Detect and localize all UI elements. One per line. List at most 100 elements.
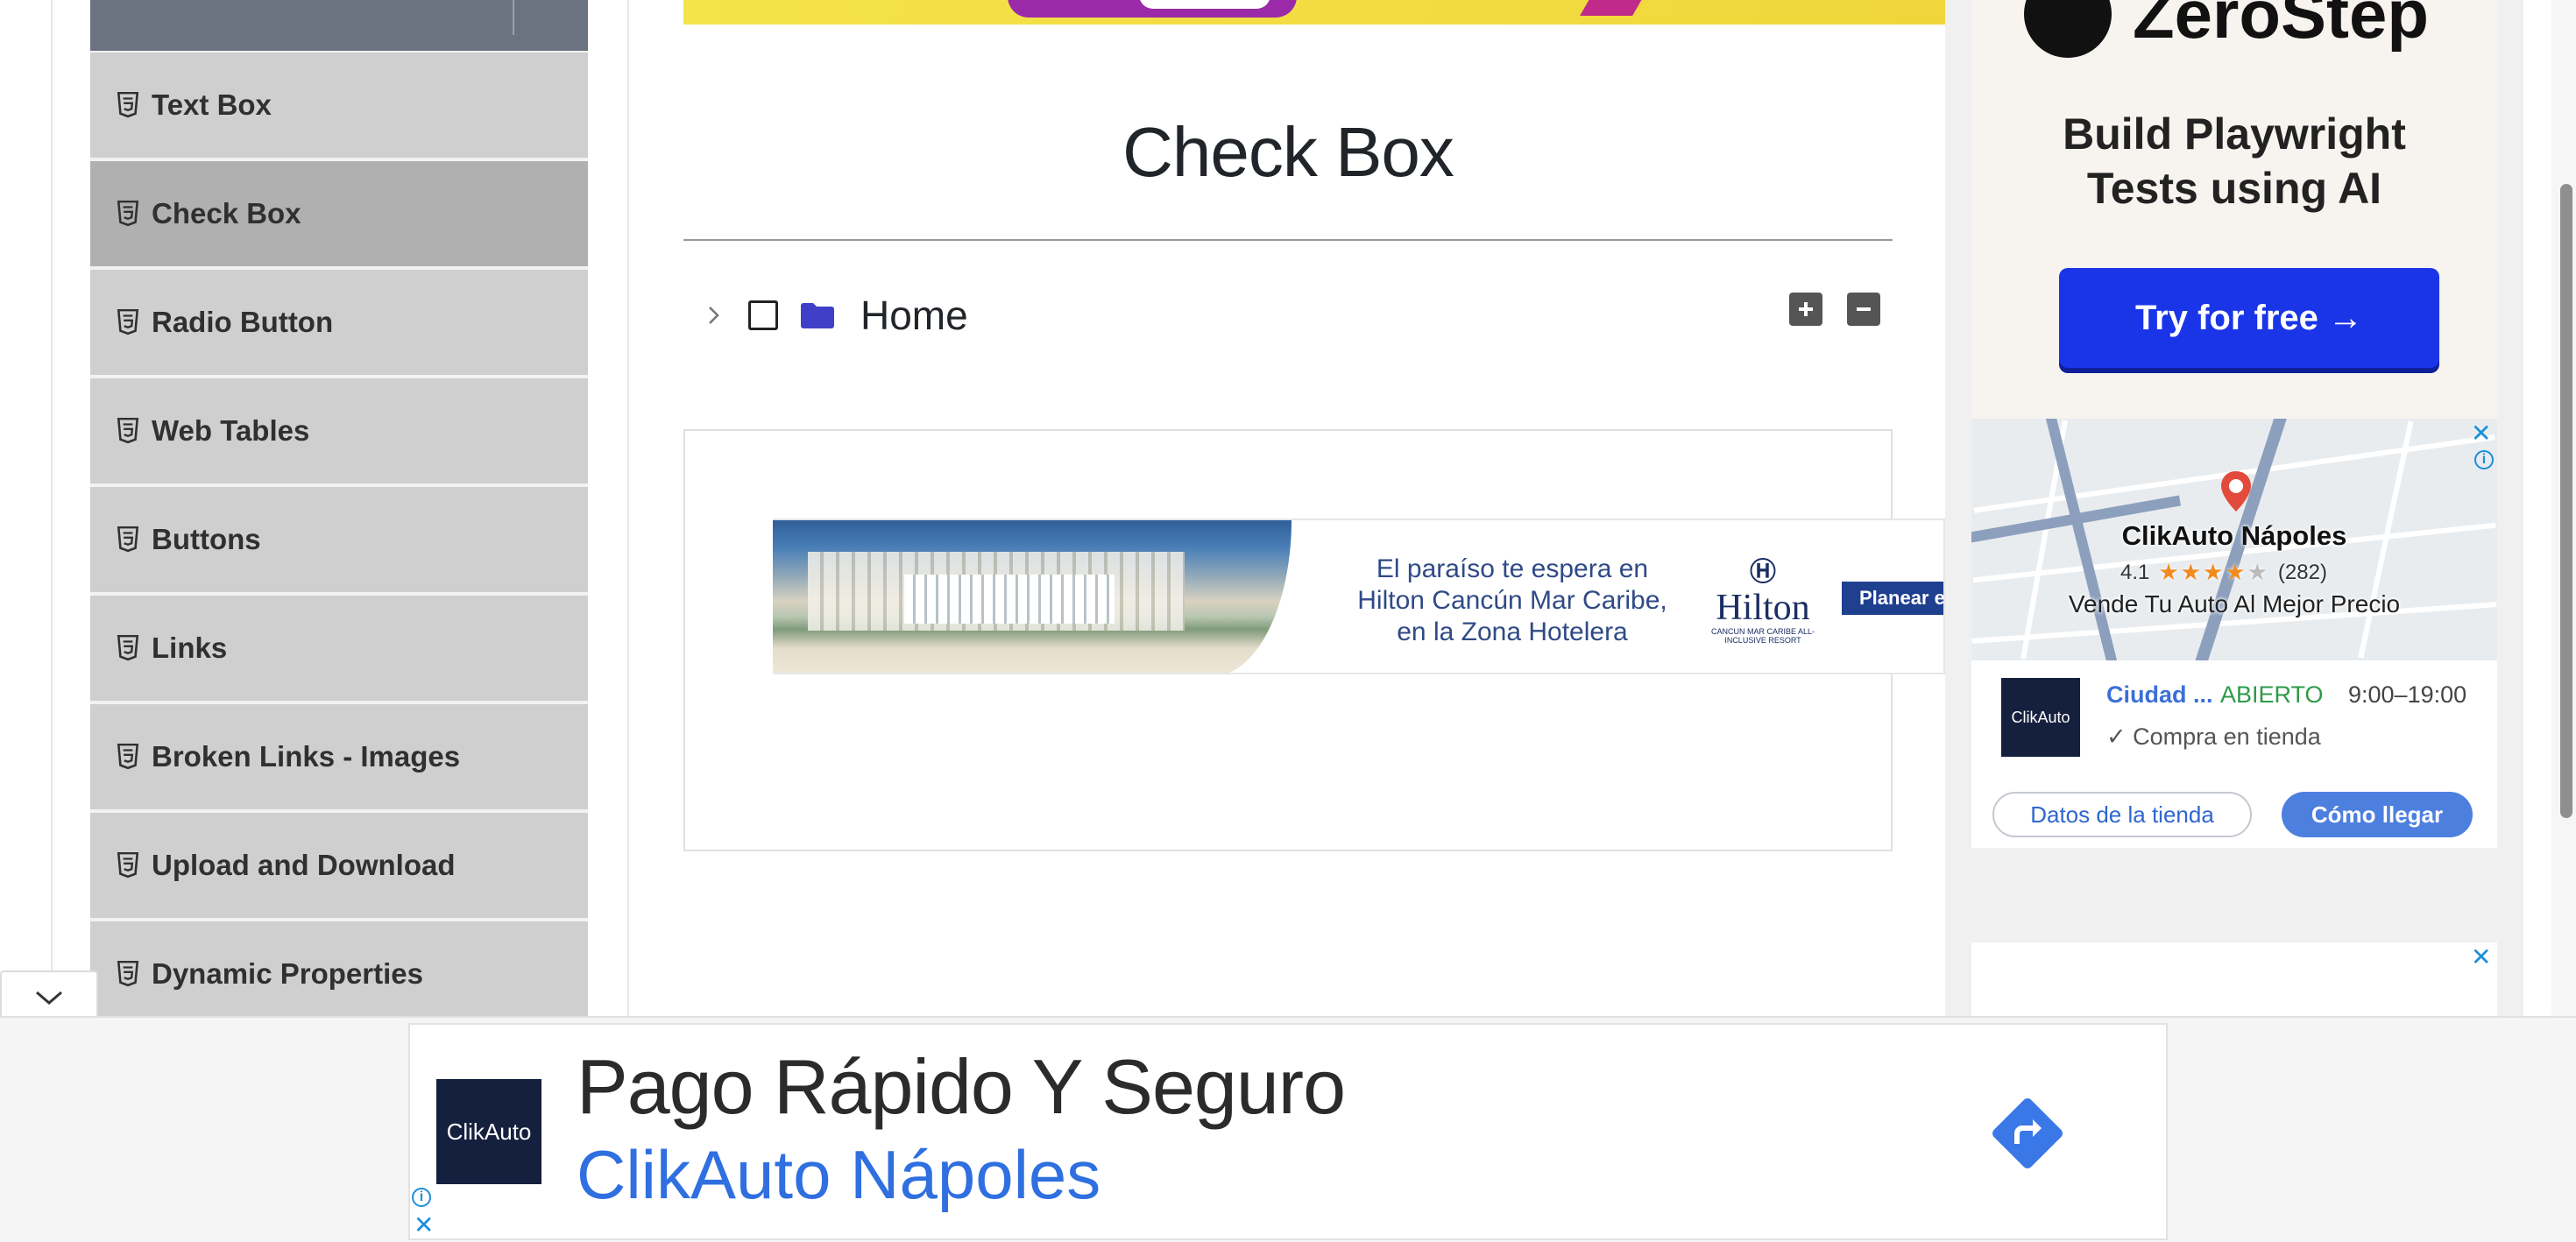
tree-checkbox[interactable]: [748, 300, 778, 330]
banner-pill-shape: [1008, 0, 1297, 18]
try-for-free-button[interactable]: Try for free →: [2059, 268, 2439, 368]
directions-button[interactable]: Cómo llegar: [2282, 792, 2473, 837]
ad-copy-line: Hilton Cancún Mar Caribe,: [1357, 586, 1667, 615]
tree-node-label[interactable]: Home: [860, 292, 968, 339]
pickup-text: Compra en tienda: [2133, 723, 2321, 750]
hilton-mark-icon: Ⓗ: [1750, 558, 1776, 587]
sidebar-item-check-box[interactable]: Check Box: [90, 159, 588, 268]
sidebar-item-buttons[interactable]: Buttons: [90, 485, 588, 594]
ad-copy-line: en la Zona Hotelera: [1397, 617, 1628, 646]
clikauto-logo: ClikAuto: [436, 1079, 541, 1184]
directions-icon[interactable]: [1985, 1091, 2070, 1175]
star-rating-icon: ★★★★★: [2158, 559, 2269, 585]
page-title: Check Box: [1122, 113, 1454, 191]
hilton-inline-ad[interactable]: El paraíso te espera en Hilton Cancún Ma…: [773, 519, 1945, 674]
map-pin-icon: [2221, 471, 2251, 512]
html5-icon: [117, 852, 139, 879]
zerostep-headline: Build Playwright Tests using AI: [1971, 107, 2497, 215]
sidebar-item-label: Broken Links - Images: [152, 740, 461, 773]
clikauto-logo: ClikAuto: [2001, 678, 2080, 757]
zerostep-logo-icon: [2024, 0, 2112, 58]
sidebar-item-broken-links-images[interactable]: Broken Links - Images: [90, 702, 588, 811]
sidebar-item-dynamic-properties[interactable]: Dynamic Properties: [90, 920, 588, 1028]
close-icon[interactable]: ✕: [2471, 419, 2491, 448]
sidebar-menu: Text Box Check Box Radio Button Web Tabl…: [90, 51, 588, 1028]
ad-headline: Pago Rápido Y Seguro: [577, 1043, 1346, 1130]
store-actions: Datos de la tienda Cómo llegar: [1992, 792, 2483, 837]
hilton-logo-text: Hilton: [1716, 588, 1810, 628]
check-icon: ✓: [2106, 723, 2134, 750]
zerostep-brand-text: ZeroStep: [2133, 0, 2430, 53]
store-city[interactable]: Ciudad ...: [2106, 681, 2213, 709]
chevron-down-icon: [36, 991, 62, 1005]
rating-value: 4.1: [2120, 560, 2150, 584]
rating-line: 4.1 ★★★★★ (282): [2120, 559, 2327, 586]
html5-icon: [117, 635, 139, 661]
bottom-sticky-ad[interactable]: ClikAuto Pago Rápido Y Seguro ClikAuto N…: [408, 1023, 2168, 1240]
sidebar-item-label: Dynamic Properties: [152, 957, 423, 990]
pickup-label: ✓ Compra en tienda: [2106, 723, 2321, 751]
html5-icon: [117, 961, 139, 987]
plus-icon: [1799, 302, 1813, 316]
left-gutter-rule: [51, 0, 53, 1016]
map-preview[interactable]: ClikAuto Nápoles 4.1 ★★★★★ (282) Vende T…: [1971, 419, 2497, 660]
elements-group-header[interactable]: [90, 0, 588, 51]
sidebar-collapse-toggle[interactable]: [0, 970, 98, 1023]
store-details-button[interactable]: Datos de la tienda: [1992, 792, 2252, 837]
html5-icon: [117, 526, 139, 553]
business-name: ClikAuto Nápoles: [2121, 520, 2347, 551]
business-tagline: Vende Tu Auto Al Mejor Precio: [2068, 590, 2401, 617]
ad-cta-button[interactable]: Planear e: [1842, 582, 1943, 615]
html5-icon: [117, 92, 139, 118]
expand-all-button[interactable]: [1789, 293, 1822, 326]
group-header-divider: [513, 0, 514, 35]
zerostep-brand: ZeroStep: [2024, 0, 2429, 58]
tree-node-home: Home: [701, 289, 968, 342]
sidebar-item-label: Check Box: [152, 197, 301, 229]
sidebar-item-web-tables[interactable]: Web Tables: [90, 377, 588, 485]
html5-icon: [117, 418, 139, 444]
minus-icon: [1857, 307, 1871, 311]
ad-advertiser[interactable]: ClikAuto Nápoles: [577, 1135, 1100, 1215]
hilton-logo: Ⓗ Hilton CANCUN MAR CARIBE ALL-INCLUSIVE…: [1702, 550, 1824, 645]
sidebar-item-links[interactable]: Links: [90, 594, 588, 702]
store-hours: 9:00–19:00: [2348, 681, 2467, 708]
ad-copy: El paraíso te espera en Hilton Cancún Ma…: [1320, 554, 1705, 648]
html5-icon: [117, 309, 139, 335]
store-info-row: ClikAuto Ciudad ... ABIERTO 9:00–19:00 ✓…: [2001, 678, 2492, 757]
sidebar-item-label: Radio Button: [152, 306, 334, 338]
secondary-ad-slot[interactable]: ✕: [1971, 942, 2497, 1016]
sidebar-item-label: Upload and Download: [152, 849, 456, 881]
sidebar-item-text-box[interactable]: Text Box: [90, 51, 588, 159]
open-status: ABIERTO: [2220, 681, 2324, 708]
sidebar-item-label: Web Tables: [152, 414, 310, 447]
sidebar-item-label: Text Box: [152, 88, 272, 121]
close-icon[interactable]: ✕: [2471, 942, 2491, 971]
headline-line: Tests using AI: [2086, 164, 2382, 213]
title-divider: [683, 239, 1893, 241]
html5-icon: [117, 744, 139, 770]
ad-copy-line: El paraíso te espera en: [1376, 554, 1649, 583]
folder-icon: [801, 303, 834, 328]
hilton-logo-subtitle: CANCUN MAR CARIBE ALL-INCLUSIVE RESORT: [1710, 627, 1815, 645]
scrollbar-thumb[interactable]: [2560, 184, 2572, 818]
review-count: (282): [2277, 560, 2327, 584]
chevron-right-icon[interactable]: [701, 302, 727, 328]
hotel-photo: [773, 520, 1292, 673]
sidebar-item-upload-and-download[interactable]: Upload and Download: [90, 811, 588, 920]
sidebar-item-label: Buttons: [152, 523, 261, 555]
sidebar-item-radio-button[interactable]: Radio Button: [90, 268, 588, 377]
banner-accent-shape: [1580, 0, 1645, 16]
info-icon[interactable]: i: [412, 1188, 431, 1207]
top-banner-ad[interactable]: [683, 0, 1945, 25]
collapse-all-button[interactable]: [1847, 293, 1880, 326]
right-ad-rail: ZeroStep Build Playwright Tests using AI…: [1945, 0, 2523, 1016]
sidebar-item-label: Links: [152, 632, 228, 664]
sidebar-right-border: [627, 0, 629, 1016]
clikauto-map-ad[interactable]: ClikAuto Nápoles 4.1 ★★★★★ (282) Vende T…: [1971, 419, 2497, 848]
close-icon[interactable]: ✕: [414, 1210, 434, 1239]
zerostep-ad[interactable]: ZeroStep Build Playwright Tests using AI…: [1971, 0, 2497, 419]
info-icon[interactable]: i: [2474, 450, 2494, 469]
html5-icon: [117, 201, 139, 227]
headline-line: Build Playwright: [2063, 109, 2406, 159]
